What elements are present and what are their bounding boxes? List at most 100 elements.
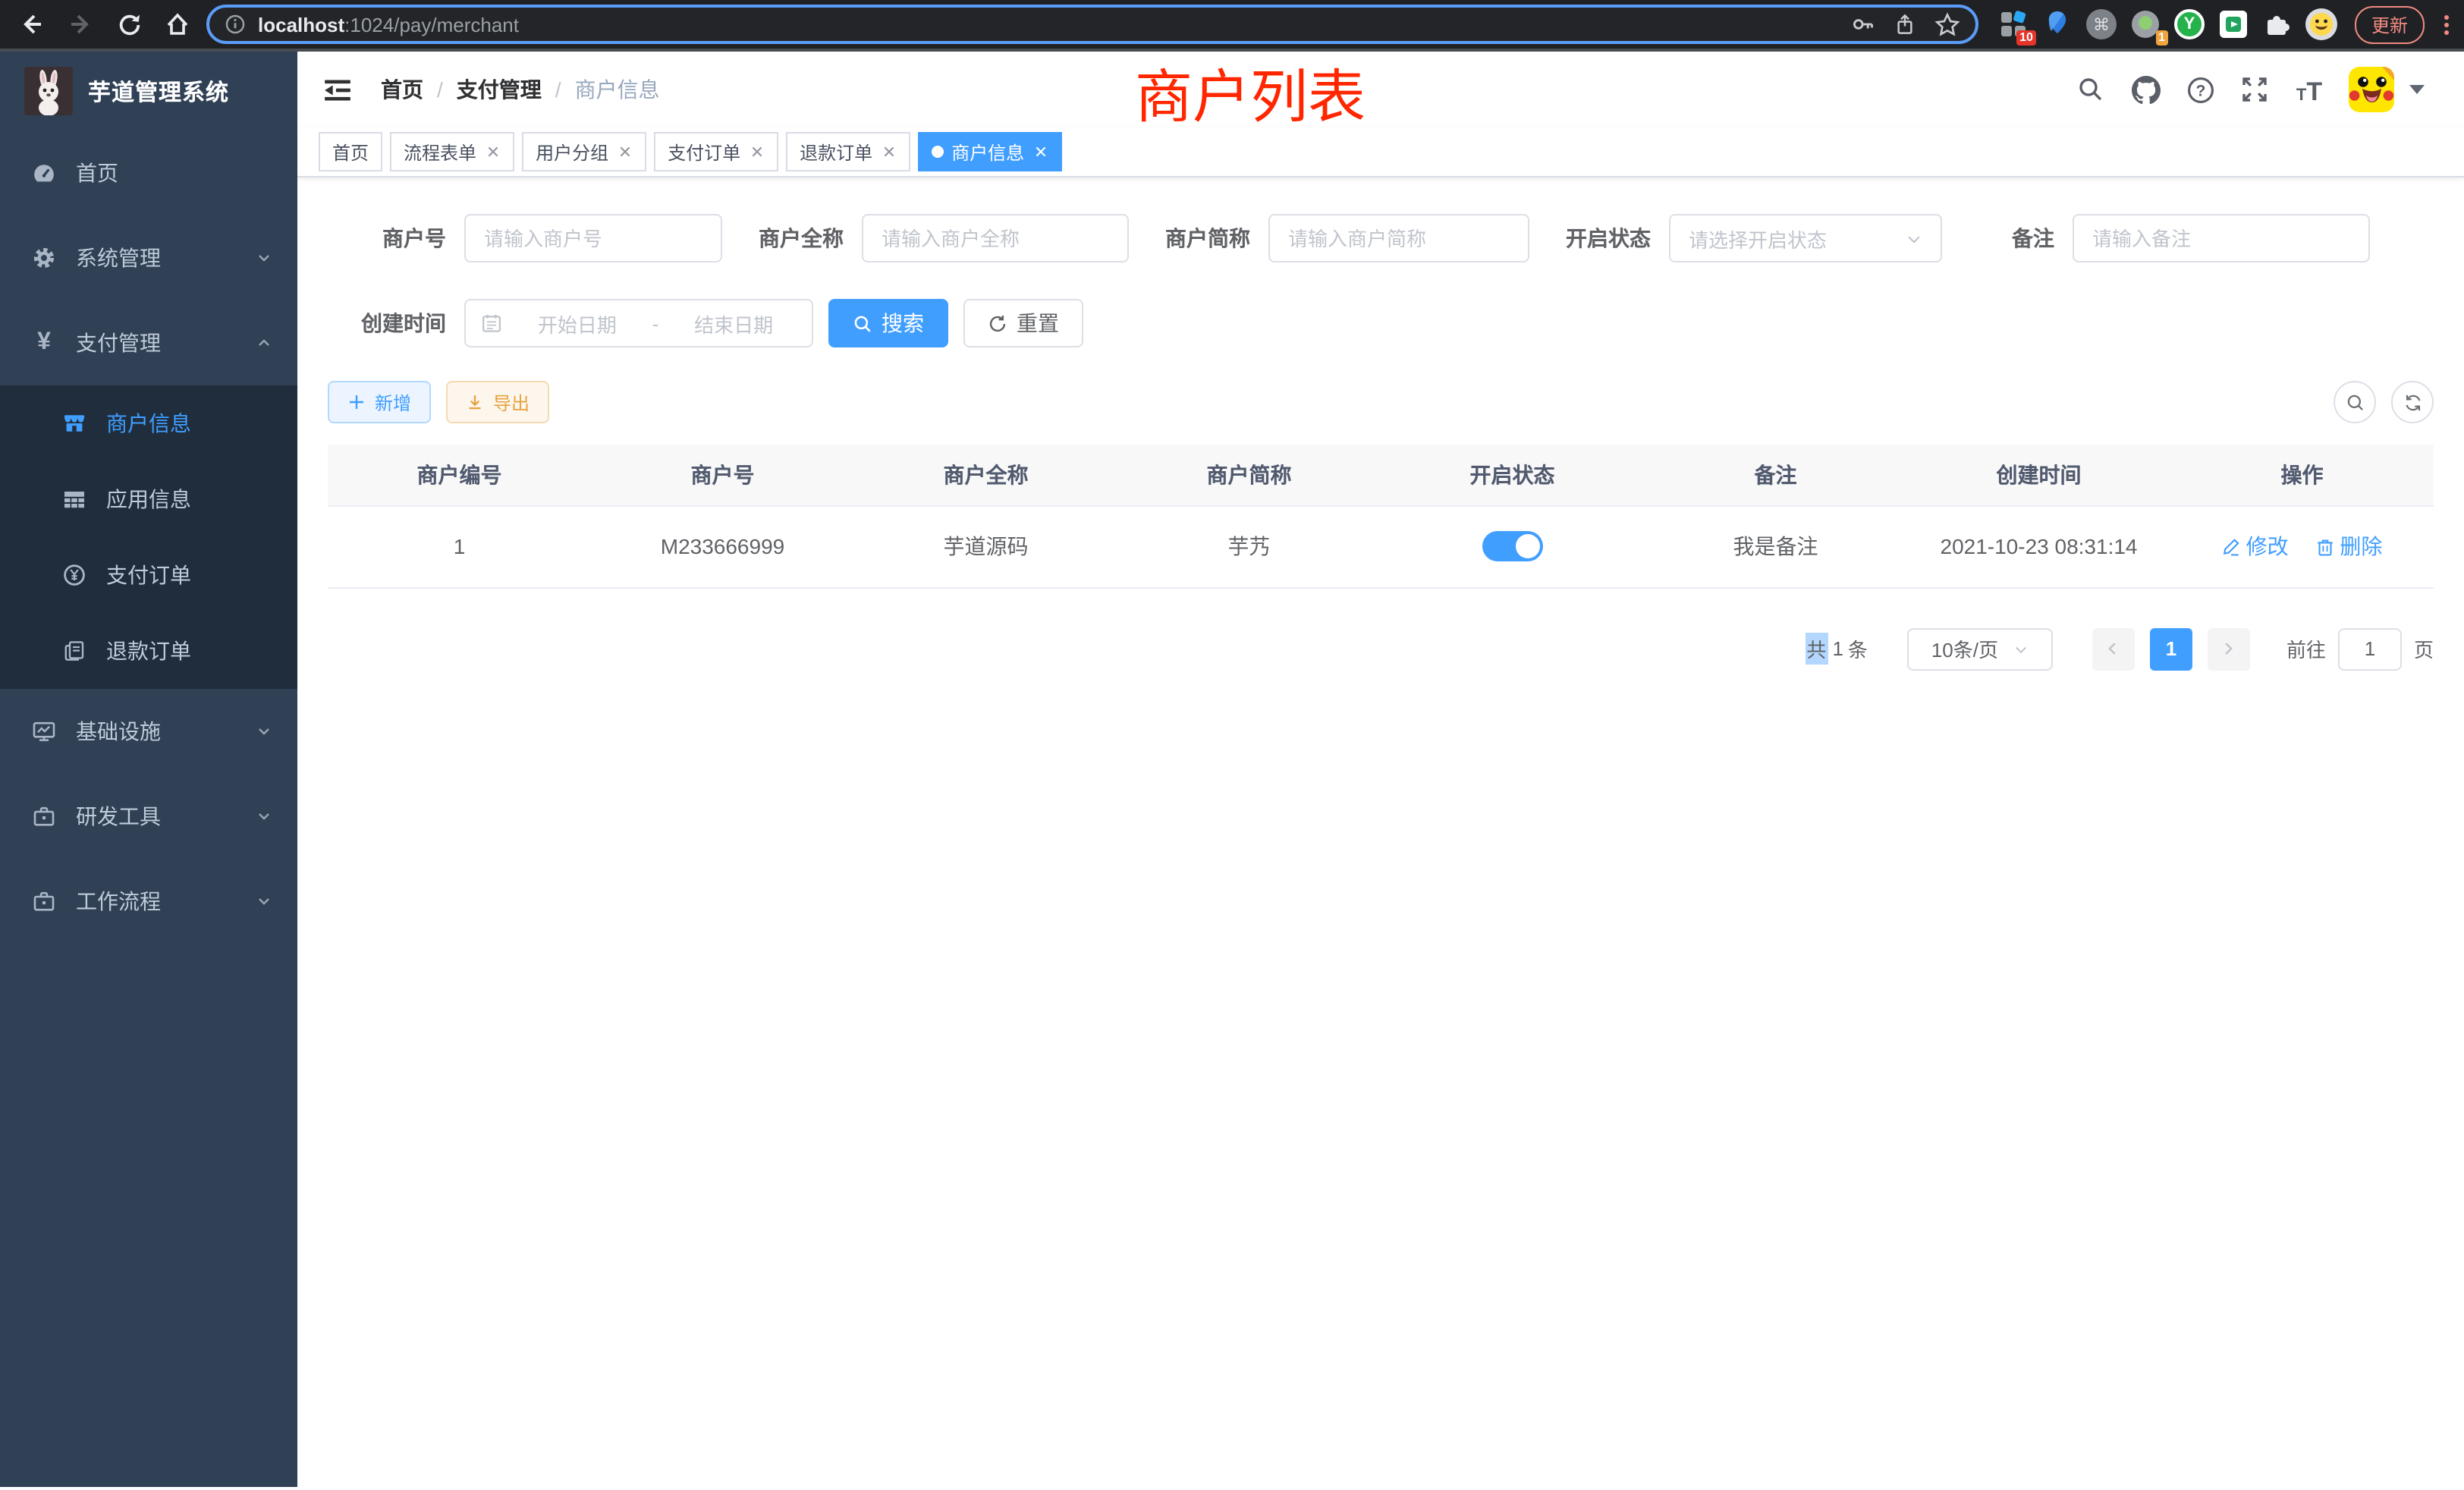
small-t-glyph: T [2296,88,2306,105]
prev-page-button[interactable] [2092,627,2135,670]
sidebar-item-infra[interactable]: 基础设施 [0,689,297,774]
merchant-no-input[interactable] [464,214,722,262]
tag-merchant-info[interactable]: 商户信息 [918,132,1062,171]
sidebar-item-devtools[interactable]: 研发工具 [0,774,297,859]
tag-pay-order[interactable]: 支付订单 [654,132,778,171]
extension-recorder-icon[interactable]: 1 [2129,8,2162,41]
table-row: 1 M233666999 芋道源码 芋艿 我是备注 2021-10-23 08:… [328,505,2434,587]
user-avatar[interactable] [2349,67,2394,112]
goto-page-input[interactable] [2338,627,2402,670]
browser-menu-icon[interactable] [2444,14,2449,34]
sidebar-item-label: 系统管理 [76,243,237,273]
remark-input[interactable] [2073,214,2370,262]
profile-avatar-icon[interactable] [2305,8,2338,41]
chevron-down-icon [255,892,273,910]
cell-status [1381,505,1644,587]
edit-button[interactable]: 修改 [2222,531,2289,561]
close-icon[interactable] [880,143,897,160]
breadcrumb-pay[interactable]: 支付管理 [457,74,542,105]
reset-button[interactable]: 重置 [963,299,1083,347]
browser-reload-icon[interactable] [109,5,149,44]
question-glyph: ? [2195,81,2205,99]
short-name-input[interactable] [1268,214,1529,262]
sidebar-item-refund-order[interactable]: 退款订单 [0,613,297,689]
tag-user-group[interactable]: 用户分组 [522,132,646,171]
search-button[interactable]: 搜索 [828,299,948,347]
extensions-puzzle-icon[interactable] [2261,8,2294,41]
sidebar-item-system[interactable]: 系统管理 [0,215,297,300]
pagination: 共 1 条 10条/页 1 [328,627,2434,670]
pagination-goto: 前往 页 [2286,627,2434,670]
breadcrumb: 首页 / 支付管理 / 商户信息 [381,74,660,105]
col-header-create-time: 创建时间 [1907,445,2170,505]
browser-update-button[interactable]: 更新 [2355,5,2425,43]
refresh-table-button[interactable] [2391,381,2434,423]
refresh-icon [2403,392,2422,412]
export-button[interactable]: 导出 [446,381,549,423]
sidebar-item-app-info[interactable]: 应用信息 [0,461,297,537]
next-page-button[interactable] [2208,627,2250,670]
cell-merchant-no: M233666999 [591,505,854,587]
browser-back-icon[interactable] [12,5,52,44]
page-size-select[interactable]: 10条/页 [1907,627,2053,670]
active-dot [932,146,944,158]
date-range-picker[interactable]: 开始日期 - 结束日期 [464,299,813,347]
breadcrumb-current: 商户信息 [575,74,660,105]
cell-full-name: 芋道源码 [854,505,1117,587]
browser-forward-icon[interactable] [61,5,100,44]
command-glyph: ⌘ [2093,14,2110,34]
close-icon[interactable] [748,143,765,160]
extension-tampermonkey-icon[interactable]: 10 [1997,8,2030,41]
browser-home-icon[interactable] [158,5,197,44]
help-icon[interactable]: ? [2185,74,2215,105]
status-toggle[interactable] [1482,531,1543,561]
github-icon[interactable] [2130,74,2161,105]
extensions-row: 10 ⌘ 1 Y 更新 [1988,5,2452,43]
font-size-icon[interactable]: TT [2294,74,2324,105]
extension-balloon-icon[interactable] [2041,8,2074,41]
sidebar-item-merchant-info[interactable]: 商户信息 [0,385,297,461]
tag-label: 首页 [332,139,369,165]
tag-refund-order[interactable]: 退款订单 [786,132,910,171]
sidebar-item-pay-order[interactable]: 支付订单 [0,537,297,613]
search-icon[interactable] [2076,74,2106,105]
fullscreen-icon[interactable] [2239,74,2270,105]
info-icon[interactable] [225,14,246,35]
close-icon[interactable] [1032,143,1048,160]
sidebar-item-label: 支付管理 [76,328,237,358]
status-select[interactable]: 请选择开启状态 [1669,214,1942,262]
extension-chat-icon[interactable] [2217,8,2250,41]
y-glyph: Y [2184,15,2195,33]
url-path: :1024/pay/merchant [344,13,519,36]
share-icon[interactable] [1894,12,1916,36]
password-key-icon[interactable] [1851,12,1875,36]
tag-process-form[interactable]: 流程表单 [390,132,514,171]
full-name-input[interactable] [862,214,1129,262]
address-bar[interactable]: localhost:1024/pay/merchant [206,5,1978,44]
col-header-remark: 备注 [1644,445,1907,505]
storefront-icon [61,411,88,435]
sidebar-item-label: 研发工具 [76,801,237,831]
pagination-total: 共 1 条 [1805,633,1868,665]
sidebar-item-workflow[interactable]: 工作流程 [0,859,297,944]
tag-home[interactable]: 首页 [319,132,382,171]
breadcrumb-home[interactable]: 首页 [381,74,423,105]
app-logo-row[interactable]: 芋道管理系统 [0,52,297,130]
sidebar-item-home[interactable]: 首页 [0,130,297,215]
sidebar-item-pay[interactable]: ¥ 支付管理 [0,300,297,385]
sidebar-toggle-icon[interactable] [320,73,354,106]
page-number-1[interactable]: 1 [2150,627,2192,670]
close-icon[interactable] [616,143,633,160]
browser-toolbar: localhost:1024/pay/merchant 10 ⌘ 1 [0,0,2464,52]
sidebar-item-label: 工作流程 [76,886,237,916]
extension-y-icon[interactable]: Y [2173,8,2206,41]
add-button[interactable]: 新增 [328,381,431,423]
col-header-status: 开启状态 [1381,445,1644,505]
delete-button[interactable]: 删除 [2315,531,2382,561]
bookmark-star-icon[interactable] [1934,11,1960,37]
large-t-glyph: T [2306,79,2322,105]
extension-command-icon[interactable]: ⌘ [2085,8,2118,41]
close-icon[interactable] [484,143,501,160]
toggle-search-button[interactable] [2334,381,2376,423]
avatar-caret-icon[interactable] [2409,85,2425,94]
